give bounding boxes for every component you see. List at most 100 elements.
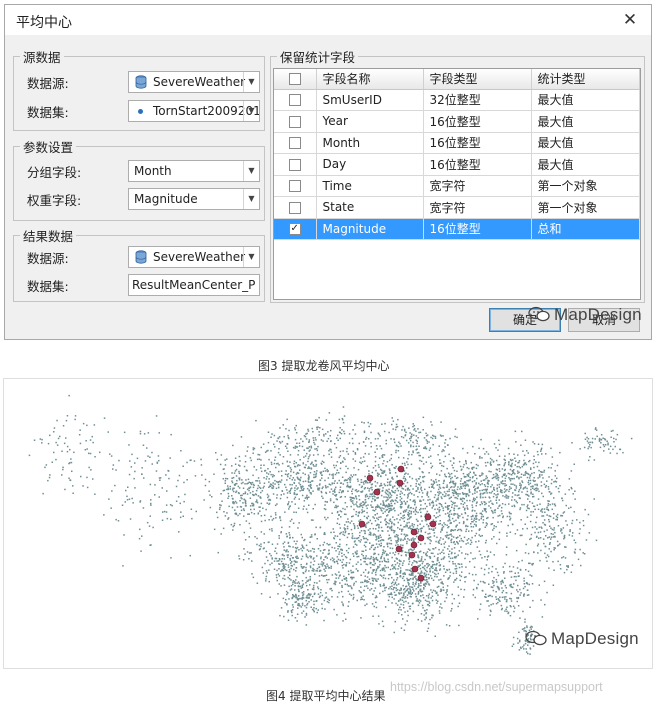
row-checkbox[interactable] (274, 110, 317, 133)
tornado-point (327, 544, 330, 546)
stat-type-cell[interactable]: 最大值 (531, 132, 640, 154)
table-row[interactable]: ✓ Magnitude 16位整型 总和 (274, 218, 640, 240)
tornado-point (426, 494, 428, 496)
tornado-point (201, 474, 203, 476)
field-name-cell[interactable]: Day (316, 153, 424, 176)
source-dataset-combo[interactable]: TornStart2009201 ▼ (128, 100, 260, 122)
tornado-point (400, 627, 403, 629)
group-field-combo[interactable]: Month ▼ (128, 160, 260, 182)
tornado-point (306, 602, 309, 605)
field-type-cell[interactable]: 16位整型 (423, 218, 532, 240)
result-dataset-input[interactable]: ResultMeanCenter_P (128, 274, 260, 296)
tornado-point (372, 569, 374, 571)
field-name-cell[interactable]: Year (316, 110, 424, 133)
table-row[interactable]: SmUserID 32位整型 最大值 (274, 89, 640, 111)
tornado-point (409, 578, 412, 580)
tornado-point (287, 592, 289, 594)
field-type-cell[interactable]: 16位整型 (423, 132, 532, 154)
table-row[interactable]: Month 16位整型 最大值 (274, 132, 640, 154)
row-checkbox[interactable] (274, 175, 317, 197)
checkbox-icon[interactable] (288, 158, 301, 171)
tornado-point (344, 458, 346, 461)
checkbox-icon[interactable] (288, 94, 301, 107)
tornado-point (461, 487, 463, 490)
select-all-checkbox[interactable] (274, 69, 317, 90)
field-name-cell[interactable]: Magnitude (316, 218, 424, 240)
tornado-point (66, 450, 69, 453)
column-header-stat-type[interactable]: 统计类型 (531, 69, 640, 90)
tornado-point (454, 529, 456, 531)
field-type-cell[interactable]: 宽字符 (423, 196, 532, 219)
stat-type-cell[interactable]: 最大值 (531, 110, 640, 133)
row-checkbox[interactable] (274, 153, 317, 176)
tornado-point (287, 550, 289, 553)
chevron-down-icon[interactable]: ▼ (243, 72, 259, 92)
row-checkbox[interactable] (274, 196, 317, 219)
checkbox-icon[interactable] (288, 201, 301, 214)
mean-center-point (397, 465, 405, 473)
tornado-point (387, 525, 389, 528)
table-row[interactable]: Day 16位整型 最大值 (274, 153, 640, 176)
chevron-down-icon[interactable]: ▼ (243, 189, 259, 209)
tornado-point (506, 535, 508, 537)
table-row[interactable]: State 宽字符 第一个对象 (274, 196, 640, 219)
field-name-cell[interactable]: SmUserID (316, 89, 424, 111)
chevron-down-icon[interactable]: ▼ (243, 101, 259, 121)
field-name-cell[interactable]: Time (316, 175, 424, 197)
tornado-point (308, 550, 310, 552)
tornado-point (295, 579, 297, 581)
source-datasource-combo[interactable]: SevereWeather ▼ (128, 71, 260, 93)
tornado-point (429, 542, 431, 545)
column-header-field-type[interactable]: 字段类型 (423, 69, 532, 90)
tornado-point (395, 557, 398, 559)
row-checkbox[interactable] (274, 89, 317, 111)
field-type-cell[interactable]: 16位整型 (423, 110, 532, 133)
tornado-point (421, 520, 423, 522)
tornado-point (526, 626, 528, 629)
tornado-point (405, 554, 407, 557)
stat-type-cell[interactable]: 第一个对象 (531, 175, 640, 197)
table-row[interactable]: Year 16位整型 最大值 (274, 110, 640, 133)
field-type-cell[interactable]: 32位整型 (423, 89, 532, 111)
checkbox-icon[interactable] (288, 180, 301, 193)
stat-type-cell[interactable]: 第一个对象 (531, 196, 640, 219)
row-checkbox[interactable] (274, 132, 317, 154)
table-row[interactable]: Time 宽字符 第一个对象 (274, 175, 640, 197)
tornado-point (281, 569, 283, 571)
tornado-point (464, 481, 466, 483)
field-type-cell[interactable]: 16位整型 (423, 153, 532, 176)
stat-type-cell[interactable]: 最大值 (531, 153, 640, 176)
tornado-point (448, 453, 450, 456)
tornado-point (456, 541, 458, 543)
tornado-point (240, 497, 242, 499)
field-name-cell[interactable]: Month (316, 132, 424, 154)
field-type-cell[interactable]: 宽字符 (423, 175, 532, 197)
tornado-point (499, 504, 501, 507)
chevron-down-icon[interactable]: ▼ (243, 161, 259, 181)
checkbox-icon[interactable] (288, 115, 301, 128)
weight-field-combo[interactable]: Magnitude ▼ (128, 188, 260, 210)
checked-checkbox-icon[interactable]: ✓ (288, 223, 301, 236)
field-name-cell[interactable]: State (316, 196, 424, 219)
tornado-point (328, 453, 330, 456)
tornado-point (313, 610, 315, 613)
tornado-point (267, 496, 269, 499)
tornado-point (288, 465, 290, 467)
result-datasource-combo[interactable]: SevereWeather ▼ (128, 246, 260, 268)
close-icon[interactable]: ✕ (619, 9, 641, 31)
stat-type-cell[interactable]: 最大值 (531, 89, 640, 111)
column-header-field-name[interactable]: 字段名称 (316, 69, 424, 90)
tornado-point (360, 586, 362, 588)
tornado-point (516, 501, 518, 504)
tornado-point (429, 571, 431, 573)
tornado-point (475, 515, 478, 517)
tornado-point (410, 445, 412, 448)
stat-type-cell[interactable]: 总和 (531, 218, 640, 240)
row-checkbox[interactable]: ✓ (274, 218, 317, 240)
tornado-point (465, 524, 467, 527)
tornado-point (550, 493, 552, 495)
tornado-point (550, 538, 552, 540)
chevron-down-icon[interactable]: ▼ (243, 247, 259, 267)
tornado-point (492, 512, 494, 514)
checkbox-icon[interactable] (288, 137, 301, 150)
